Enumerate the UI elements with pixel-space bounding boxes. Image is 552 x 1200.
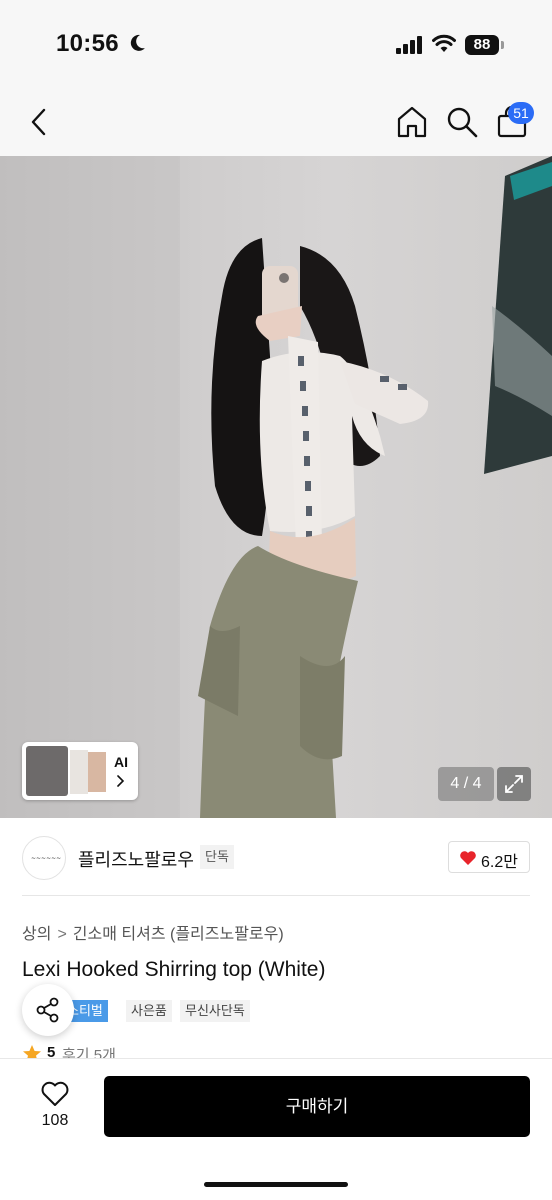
musinsa-exclusive-badge: 무신사단독 bbox=[180, 1000, 250, 1022]
divider bbox=[22, 895, 530, 896]
battery-icon: 88 bbox=[465, 35, 505, 55]
chevron-right-icon: > bbox=[57, 926, 67, 943]
battery-level: 88 bbox=[465, 35, 499, 55]
ai-label: AI bbox=[114, 754, 128, 770]
buy-button[interactable]: 구매하기 bbox=[104, 1076, 530, 1137]
home-icon[interactable] bbox=[394, 104, 430, 140]
status-time: 10:56 bbox=[56, 30, 119, 57]
brand-like-count: 6.2만 bbox=[481, 854, 518, 871]
cart-count-badge: 51 bbox=[508, 102, 534, 124]
chevron-right-icon[interactable] bbox=[116, 775, 126, 787]
heart-outline-icon bbox=[41, 1081, 69, 1106]
breadcrumb-item-subcategory[interactable]: 긴소매 티셔츠 (플리즈노팔로우) bbox=[73, 926, 284, 943]
home-indicator bbox=[204, 1182, 348, 1187]
brand-name[interactable]: 플리즈노팔로우 bbox=[78, 846, 194, 872]
signal-icon bbox=[396, 36, 422, 54]
product-title: Lexi Hooked Shirring top (White) bbox=[22, 958, 326, 981]
thumbnail-strip[interactable]: AI bbox=[22, 742, 138, 800]
top-nav-bar bbox=[0, 92, 552, 156]
image-counter: 4 / 4 bbox=[438, 767, 494, 801]
wifi-icon bbox=[432, 34, 456, 52]
share-button[interactable] bbox=[22, 984, 74, 1036]
brand-like-button[interactable]: 6.2만 bbox=[448, 841, 530, 873]
product-image[interactable] bbox=[0, 156, 552, 818]
battery-tip bbox=[501, 41, 504, 49]
share-icon bbox=[36, 997, 59, 1023]
thumbnail-image[interactable] bbox=[88, 752, 106, 792]
status-bar: 10:56 88 bbox=[0, 0, 552, 92]
brand-logo[interactable]: ~~~~~~ bbox=[22, 836, 66, 880]
brand-logo-mark: ~~~~~~ bbox=[31, 855, 62, 862]
heart-icon bbox=[460, 851, 476, 865]
search-icon[interactable] bbox=[444, 104, 480, 140]
moon-icon bbox=[130, 34, 145, 51]
thumbnail-image[interactable] bbox=[70, 750, 88, 794]
wishlist-count: 108 bbox=[41, 1112, 69, 1129]
expand-icon[interactable] bbox=[497, 767, 531, 801]
chevron-left-icon[interactable] bbox=[24, 106, 56, 138]
product-photo bbox=[0, 156, 552, 818]
breadcrumb-item-category[interactable]: 상의 bbox=[22, 926, 51, 943]
breadcrumb: 상의 > 긴소매 티셔츠 (플리즈노팔로우) bbox=[22, 920, 284, 944]
thumbnail-image[interactable] bbox=[26, 746, 68, 796]
gift-badge: 사은품 bbox=[126, 1000, 172, 1022]
wishlist-button[interactable]: 108 bbox=[24, 1076, 86, 1138]
exclusive-tag: 단독 bbox=[200, 845, 234, 869]
